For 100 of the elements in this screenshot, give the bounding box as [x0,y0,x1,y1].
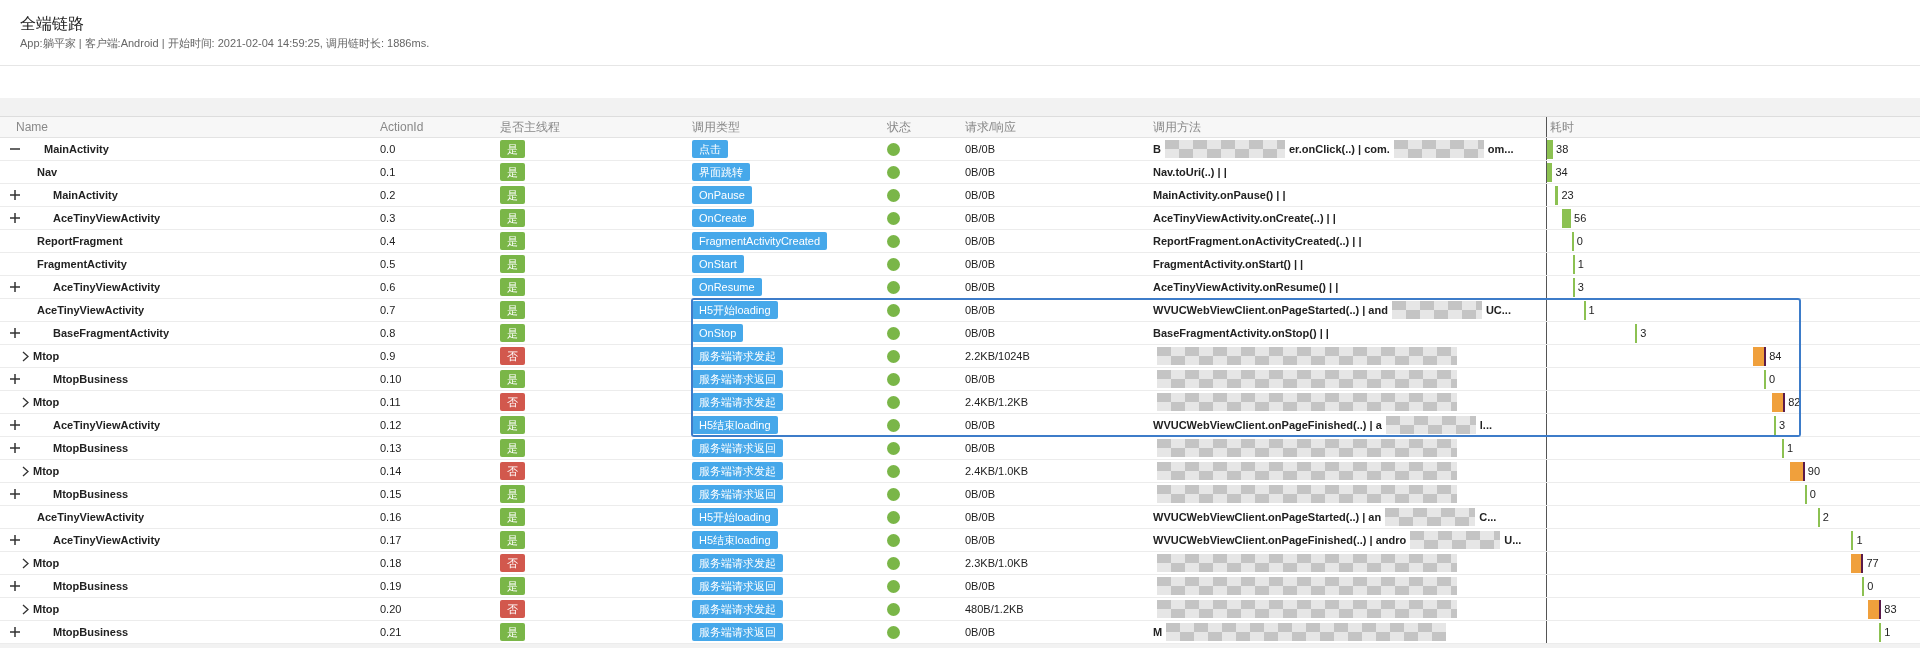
node-name: AceTinyViewActivity [53,279,161,295]
duration-value: 2 [1822,509,1829,525]
duration-value: 3 [1640,325,1647,341]
request-response-size: 0B/0B [965,624,996,640]
action-id: 0.21 [380,624,403,640]
method-text: WVUCWebViewClient.onPageFinished(..) | andro [1153,532,1407,548]
chevron-icon[interactable] [22,396,29,408]
plus-icon[interactable] [10,489,20,499]
chevron-icon[interactable] [22,603,29,615]
node-name: MtopBusiness [53,371,129,387]
plus-icon[interactable] [10,282,20,292]
duration-value: 0 [1576,233,1583,249]
request-response-size: 0B/0B [965,578,996,594]
request-response-size: 0B/0B [965,486,996,502]
request-response-size: 2.2KB/1024B [965,348,1031,364]
call-type-tag: 服务端请求返回 [692,577,783,595]
action-id: 0.1 [380,164,397,180]
call-type-tag: H5开始loading [692,508,778,526]
node-name: MtopBusiness [53,578,129,594]
action-id: 0.8 [380,325,397,341]
node-name: AceTinyViewActivity [37,302,145,318]
duration-value: 3 [1577,279,1584,295]
plus-icon[interactable] [10,443,20,453]
node-name: Mtop [33,555,60,571]
duration-value: 90 [1807,463,1821,479]
call-type-tag: H5结束loading [692,416,778,434]
node-name: Mtop [33,394,60,410]
chevron-icon[interactable] [22,350,29,362]
duration-value: 1 [1577,256,1584,272]
column-header: 状态 [887,120,911,134]
action-id: 0.6 [380,279,397,295]
node-name: AceTinyViewActivity [53,417,161,433]
method-text: WVUCWebViewClient.onPageStarted(..) | and [1153,302,1388,318]
action-id: 0.10 [380,371,403,387]
column-header: 耗时 [1550,119,1574,136]
duration-value: 1 [1884,624,1891,640]
request-response-size: 0B/0B [965,256,996,272]
main-thread-badge: 是 [500,232,525,250]
call-type-tag: OnResume [692,278,762,296]
call-type-tag: H5开始loading [692,301,778,319]
action-id: 0.16 [380,509,403,525]
node-name: AceTinyViewActivity [53,532,161,548]
duration-value: 1 [1787,440,1794,456]
chevron-icon[interactable] [22,465,29,477]
main-thread-badge: 是 [500,140,525,158]
method-text: UC... [1485,302,1511,318]
main-thread-badge: 是 [500,485,525,503]
request-response-size: 0B/0B [965,302,996,318]
request-response-size: 0B/0B [965,440,996,456]
action-id: 0.18 [380,555,403,571]
call-type-tag: 界面跳转 [692,163,750,181]
duration-value: 84 [1769,348,1782,364]
plus-icon[interactable] [10,213,20,223]
chevron-icon[interactable] [22,557,29,569]
plus-icon[interactable] [10,420,20,430]
plus-icon[interactable] [10,581,20,591]
call-type-tag: 服务端请求返回 [692,485,783,503]
call-type-tag: 服务端请求发起 [692,600,783,618]
call-type-tag: OnStop [692,324,744,342]
plus-icon[interactable] [10,627,20,637]
node-name: BaseFragmentActivity [53,325,170,341]
call-type-tag: OnCreate [692,209,754,227]
duration-value: 0 [1768,371,1775,387]
duration-value: 77 [1866,555,1879,571]
action-id: 0.7 [380,302,397,318]
plus-icon[interactable] [10,374,20,384]
column-header: 调用类型 [692,120,740,134]
method-text: C... [1479,509,1497,525]
main-thread-badge: 是 [500,255,525,273]
method-text: l... [1479,417,1493,433]
main-thread-badge: 否 [500,462,525,480]
action-id: 0.4 [380,233,397,249]
main-thread-badge: 是 [500,186,525,204]
call-type-tag: 点击 [692,140,728,158]
action-id: 0.5 [380,256,397,272]
plus-icon[interactable] [10,190,20,200]
column-header: 请求/响应 [965,120,1017,134]
request-response-size: 0B/0B [965,141,996,157]
main-thread-badge: 是 [500,278,525,296]
action-id: 0.2 [380,187,397,203]
action-id: 0.12 [380,417,403,433]
column-header: 调用方法 [1153,120,1201,134]
main-thread-badge: 是 [500,623,525,641]
main-thread-badge: 是 [500,163,525,181]
action-id: 0.14 [380,463,403,479]
main-thread-badge: 是 [500,439,525,457]
duration-value: 23 [1561,187,1574,203]
method-text: MainActivity.onPause() | | [1153,187,1286,203]
column-header: ActionId [380,120,424,134]
node-name: Mtop [33,601,60,617]
main-thread-badge: 是 [500,324,525,342]
node-name: Nav [37,164,58,180]
main-thread-badge: 是 [500,209,525,227]
action-id: 0.15 [380,486,403,502]
plus-icon[interactable] [10,535,20,545]
request-response-size: 0B/0B [965,279,996,295]
plus-icon[interactable] [10,328,20,338]
node-name: AceTinyViewActivity [37,509,145,525]
duration-value: 34 [1555,164,1568,180]
node-name: MtopBusiness [53,624,129,640]
